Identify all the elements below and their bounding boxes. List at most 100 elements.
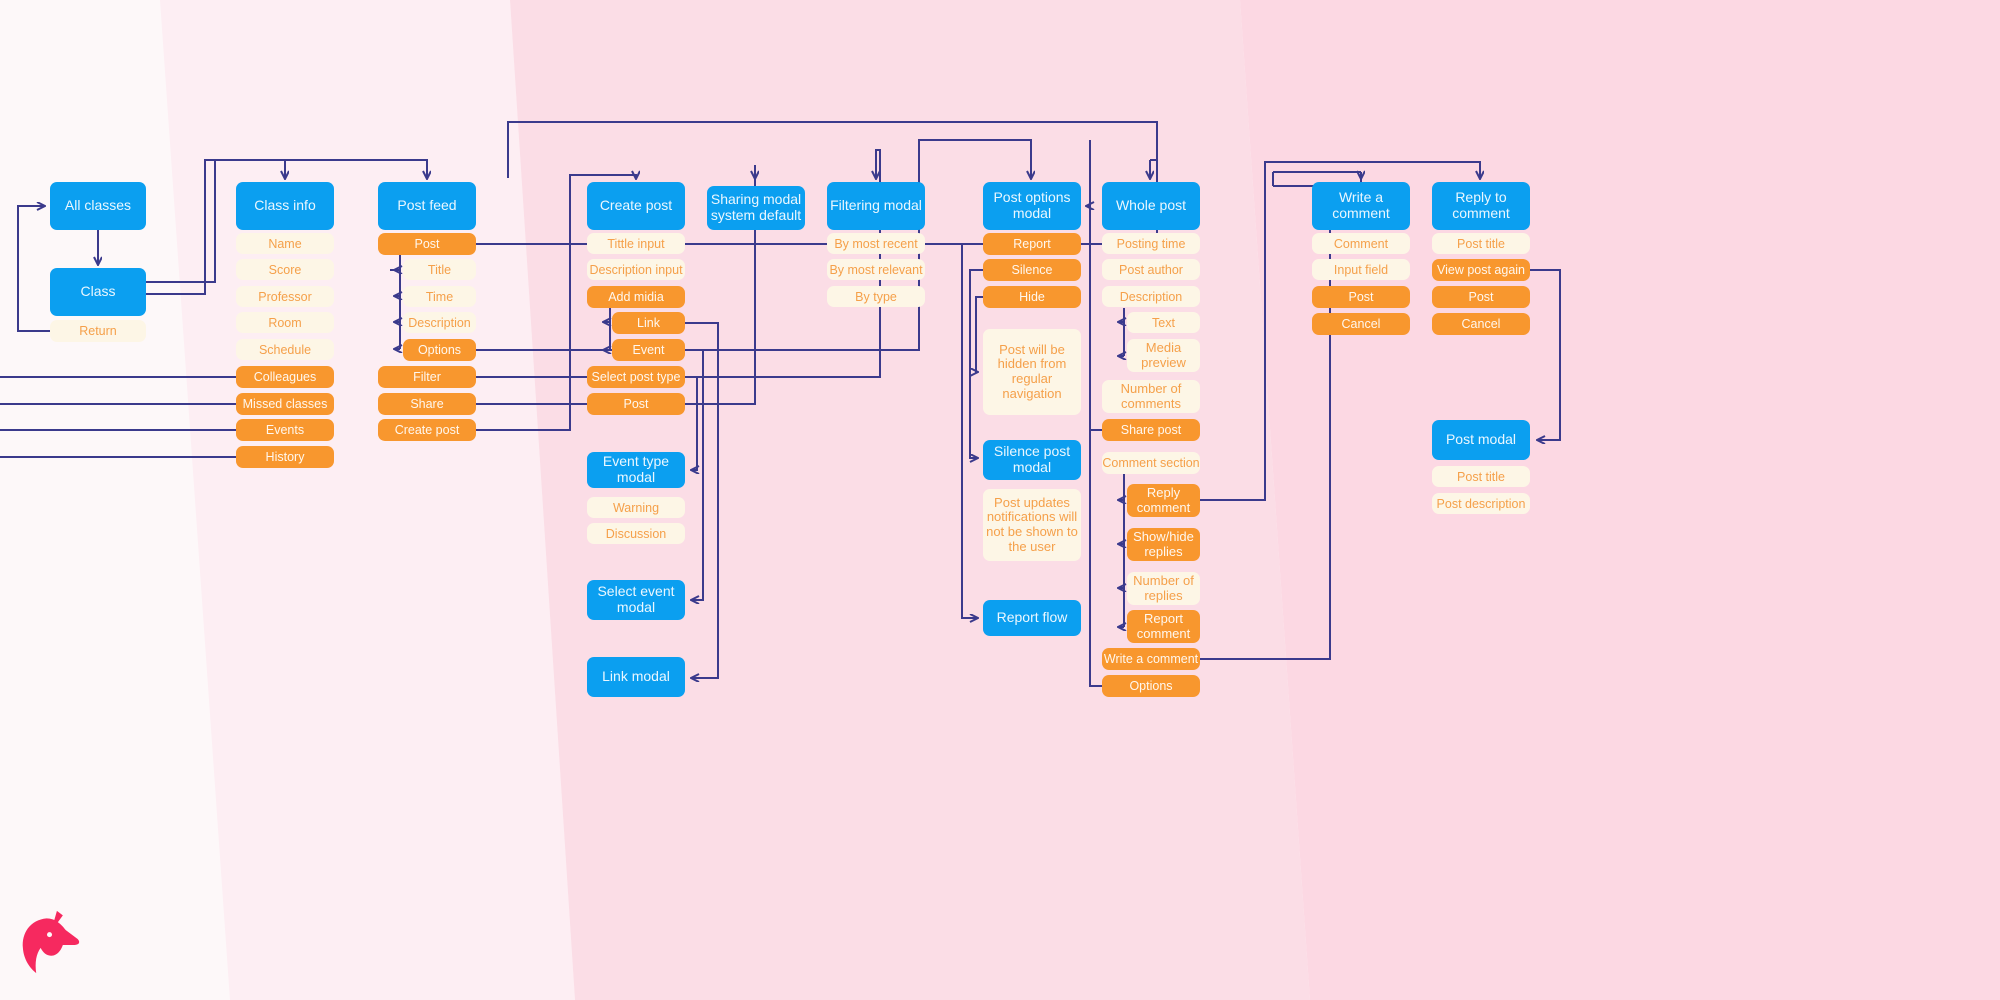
node-professor[interactable]: Professor (236, 286, 334, 307)
node-options-whole[interactable]: Options (1102, 675, 1200, 697)
node-events[interactable]: Events (236, 419, 334, 441)
node-media-preview[interactable]: Media preview (1127, 339, 1200, 372)
node-link[interactable]: Link (612, 312, 685, 334)
node-reply-to-comment[interactable]: Reply to comment (1432, 182, 1530, 230)
node-label: Class (80, 283, 116, 300)
node-post-options-modal[interactable]: Post options modal (983, 182, 1081, 230)
node-label: Show/hide replies (1133, 528, 1194, 559)
node-class[interactable]: Class (50, 268, 146, 316)
node-hidden-note[interactable]: Post will be hidden from regular navigat… (983, 329, 1081, 415)
node-label: Name (268, 236, 302, 251)
node-link-modal[interactable]: Link modal (587, 657, 685, 697)
node-cancel-write[interactable]: Cancel (1312, 313, 1410, 335)
node-class-info[interactable]: Class info (236, 182, 334, 230)
node-missed-classes[interactable]: Missed classes (236, 393, 334, 415)
node-sharing-modal[interactable]: Sharing modal system default (707, 186, 805, 230)
node-label: Score (268, 262, 302, 277)
node-event[interactable]: Event (612, 339, 685, 361)
node-post-modal[interactable]: Post modal (1432, 420, 1530, 460)
node-label: Select event modal (597, 583, 675, 615)
node-silence-note[interactable]: Post updates notifications will not be s… (983, 489, 1081, 561)
node-label: Post (414, 237, 440, 251)
node-report-comment[interactable]: Report comment (1127, 610, 1200, 643)
node-time[interactable]: Time (403, 286, 476, 307)
node-input-field[interactable]: Input field (1312, 259, 1410, 280)
node-whole-post[interactable]: Whole post (1102, 182, 1200, 230)
node-select-event-modal[interactable]: Select event modal (587, 580, 685, 620)
node-add-midia[interactable]: Add midia (587, 286, 685, 308)
node-silence[interactable]: Silence (983, 259, 1081, 281)
node-filtering-modal[interactable]: Filtering modal (827, 182, 925, 230)
node-posting-time[interactable]: Posting time (1102, 233, 1200, 254)
node-label: History (265, 450, 305, 464)
node-view-post-again[interactable]: View post again (1432, 259, 1530, 281)
node-label: Input field (1333, 262, 1389, 277)
node-label: Discussion (605, 526, 667, 541)
node-show-hide-replies[interactable]: Show/hide replies (1127, 528, 1200, 561)
node-label: Post description (1436, 496, 1526, 511)
node-label: Report comment (1136, 610, 1191, 641)
node-colleagues[interactable]: Colleagues (236, 366, 334, 388)
node-room[interactable]: Room (236, 312, 334, 333)
node-score[interactable]: Score (236, 259, 334, 280)
node-select-post-type[interactable]: Select post type (587, 366, 685, 388)
node-all-classes[interactable]: All classes (50, 182, 146, 230)
node-create-post-item[interactable]: Create post (378, 419, 476, 441)
node-comment-section[interactable]: Comment section (1102, 452, 1200, 474)
node-create-post[interactable]: Create post (587, 182, 685, 230)
node-report[interactable]: Report (983, 233, 1081, 255)
node-text[interactable]: Text (1127, 312, 1200, 333)
node-return[interactable]: Return (50, 320, 146, 342)
node-options-post[interactable]: Options (403, 339, 476, 361)
node-discussion[interactable]: Discussion (587, 523, 685, 544)
node-label: Post title (1457, 469, 1505, 484)
node-label: Sharing modal system default (710, 191, 802, 223)
node-comment[interactable]: Comment (1312, 233, 1410, 254)
node-schedule[interactable]: Schedule (236, 339, 334, 360)
node-post-author[interactable]: Post author (1102, 259, 1200, 280)
node-write-a-comment[interactable]: Write a comment (1312, 182, 1410, 230)
node-description-whole[interactable]: Description (1102, 286, 1200, 307)
node-tittle-input[interactable]: Tittle input (587, 233, 685, 254)
node-label: Options (1129, 679, 1173, 693)
node-label: Post updates notifications will not be s… (986, 494, 1078, 554)
node-label: Filtering modal (830, 197, 922, 214)
node-silence-post-modal[interactable]: Silence post modal (983, 440, 1081, 480)
node-label: Post (623, 397, 649, 411)
node-label: Link (637, 316, 660, 330)
node-post-btn-create[interactable]: Post (587, 393, 685, 415)
node-cancel-reply[interactable]: Cancel (1432, 313, 1530, 335)
node-post-description[interactable]: Post description (1432, 493, 1530, 514)
node-write-a-comment-itm[interactable]: Write a comment (1102, 648, 1200, 670)
node-label: Media preview (1141, 339, 1186, 370)
node-label: Missed classes (242, 397, 328, 411)
node-share[interactable]: Share (378, 393, 476, 415)
node-report-flow[interactable]: Report flow (983, 600, 1081, 636)
node-description-input[interactable]: Description input (587, 259, 685, 280)
node-history[interactable]: History (236, 446, 334, 468)
node-hide[interactable]: Hide (983, 286, 1081, 308)
node-name[interactable]: Name (236, 233, 334, 254)
node-post[interactable]: Post (378, 233, 476, 255)
node-number-of-replies[interactable]: Number of replies (1127, 572, 1200, 605)
node-by-most-relevant[interactable]: By most relevant (827, 259, 925, 280)
node-warning[interactable]: Warning (587, 497, 685, 518)
node-post-btn-write[interactable]: Post (1312, 286, 1410, 308)
node-label: Post will be hidden from regular navigat… (997, 341, 1067, 401)
node-post-title-modal[interactable]: Post title (1432, 466, 1530, 487)
node-description[interactable]: Description (403, 312, 476, 333)
node-label: All classes (64, 197, 132, 214)
node-by-type[interactable]: By type (827, 286, 925, 307)
node-post-title-reply[interactable]: Post title (1432, 233, 1530, 254)
node-title[interactable]: Title (403, 259, 476, 280)
node-post-feed[interactable]: Post feed (378, 182, 476, 230)
node-label: Tittle input (607, 236, 665, 251)
node-post-btn-reply[interactable]: Post (1432, 286, 1530, 308)
node-number-of-comments[interactable]: Number of comments (1102, 380, 1200, 413)
node-by-most-recent[interactable]: By most recent (827, 233, 925, 254)
node-share-post[interactable]: Share post (1102, 419, 1200, 441)
node-filter[interactable]: Filter (378, 366, 476, 388)
node-event-type-modal[interactable]: Event type modal (587, 452, 685, 488)
node-label: Write a comment (1103, 652, 1199, 666)
node-reply-comment[interactable]: Reply comment (1127, 484, 1200, 517)
